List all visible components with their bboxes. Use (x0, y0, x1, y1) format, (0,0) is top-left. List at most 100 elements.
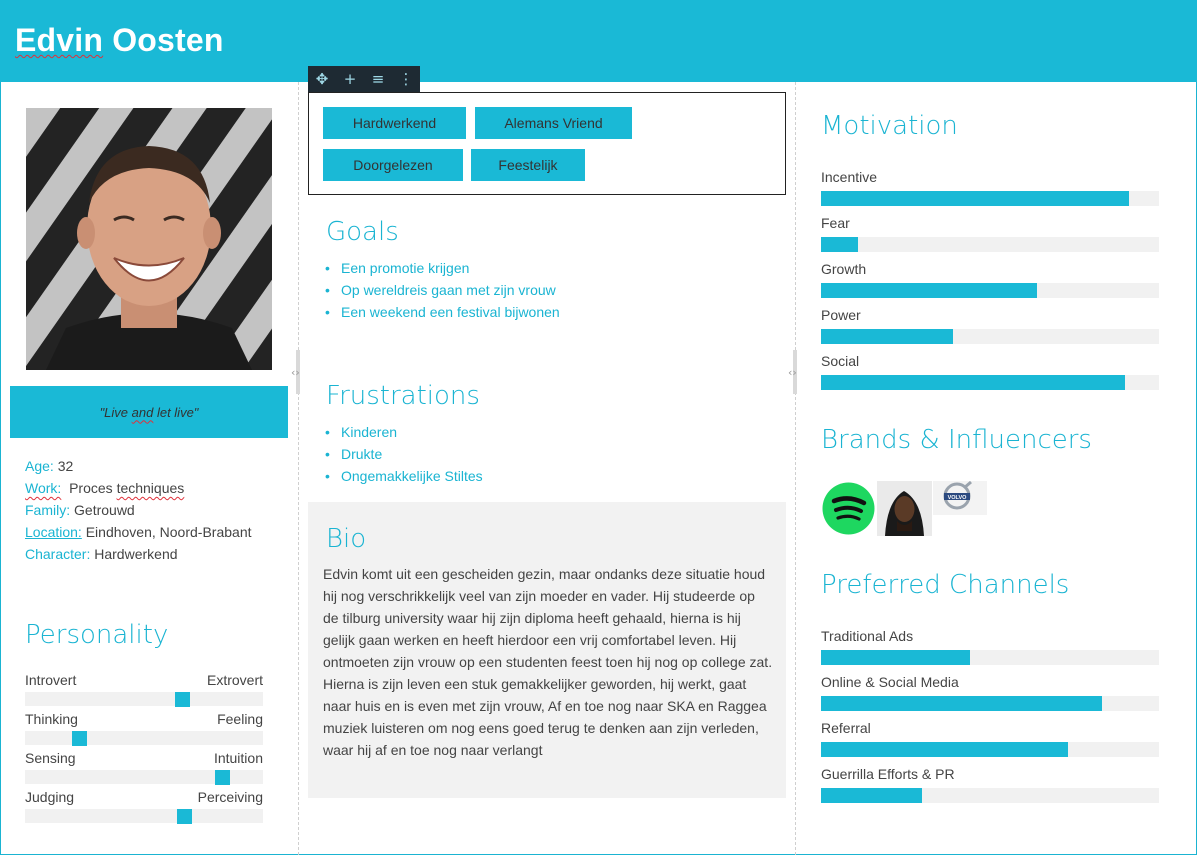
block-toolbar: ✥ + ≡ ⋮ (308, 66, 420, 92)
channels-bar-track (821, 650, 1159, 665)
quote-before: "Live (99, 404, 132, 420)
add-icon[interactable]: + (336, 66, 364, 92)
motivation-bar-fill (821, 329, 953, 344)
resize-arrows-icon: ‹› (788, 366, 797, 379)
motivation-bar-fill (821, 283, 1037, 298)
personality-slider-track[interactable] (25, 731, 263, 746)
goals-title: Goals (326, 217, 399, 247)
fact-character-label: Character: (25, 546, 91, 562)
personality-title: Personality (25, 620, 169, 650)
personality-slider-knob[interactable] (72, 731, 87, 746)
move-icon[interactable]: ✥ (308, 66, 336, 92)
motivation-label: Fear (821, 215, 850, 231)
more-icon[interactable]: ⋮ (392, 66, 420, 92)
fact-location-label: Location: (25, 524, 82, 540)
column-divider-right (795, 82, 796, 855)
motivation-bar-track (821, 191, 1159, 206)
fact-location-value: Eindhoven, Noord-Brabant (85, 524, 252, 540)
volvo-logo-text: VOLVO (948, 495, 968, 501)
goals-list: Een promotie krijgen Op wereldreis gaan … (325, 257, 560, 323)
fact-work-value-underlined: techniques (116, 480, 185, 496)
persona-photo-image (26, 108, 272, 370)
personality-slider-knob[interactable] (175, 692, 190, 707)
resize-arrows-icon: ‹› (291, 366, 300, 379)
personality-slider-track[interactable] (25, 809, 263, 824)
fact-character-value: Hardwerkend (94, 546, 178, 562)
channels-bar-fill (821, 696, 1102, 711)
tag-feestelijk[interactable]: Feestelijk (471, 149, 585, 181)
header-bar: Edvin Oosten (0, 0, 1197, 82)
channels-bar-track (821, 696, 1159, 711)
channels-bar-fill (821, 742, 1068, 757)
motivation-bar-track (821, 283, 1159, 298)
bio-title: Bio (326, 524, 367, 554)
tag-box: Hardwerkend Alemans Vriend Doorgelezen F… (308, 92, 786, 195)
motivation-bar-fill (821, 237, 858, 252)
fact-family-label: Family: (25, 502, 71, 518)
motivation-bar-track (821, 329, 1159, 344)
bio-text: Edvin komt uit een gescheiden gezin, maa… (323, 566, 773, 758)
channels-bar-fill (821, 788, 922, 803)
fact-family: Family: Getrouwd (25, 499, 275, 521)
persona-last-name: Oosten (112, 22, 224, 58)
fact-work-value: Proces (69, 480, 117, 496)
channels-label: Referral (821, 720, 871, 736)
motivation-label: Growth (821, 261, 867, 277)
tag-doorgelezen[interactable]: Doorgelezen (323, 149, 463, 181)
personality-left-label: Sensing (25, 750, 76, 766)
motivation-title: Motivation (821, 111, 958, 141)
frustrations-title: Frustrations (326, 381, 480, 411)
fact-work: Work: Proces techniques (25, 477, 275, 499)
motivation-label: Power (821, 307, 861, 323)
motivation-bar-track (821, 237, 1159, 252)
channels-bar-track (821, 788, 1159, 803)
personality-slider-track[interactable] (25, 692, 263, 707)
motivation-label: Social (821, 353, 860, 369)
motivation-bar-fill (821, 191, 1129, 206)
personality-slider-track[interactable] (25, 770, 263, 785)
personality-right-label: Intuition (213, 750, 263, 766)
motivation-bar-fill (821, 375, 1125, 390)
fact-age: Age: 32 (25, 455, 275, 477)
list-item: Kinderen (325, 421, 483, 443)
persona-photo (26, 108, 272, 370)
fact-character: Character: Hardwerkend (25, 543, 275, 565)
list-item: Een weekend een festival bijwonen (325, 301, 560, 323)
channels-bar-track (821, 742, 1159, 757)
fact-location: Location: Eindhoven, Noord-Brabant (25, 521, 275, 543)
tag-hardwerkend[interactable]: Hardwerkend (323, 107, 466, 139)
personality-right-label: Extrovert (206, 672, 263, 688)
column-divider-left (298, 82, 299, 855)
frustrations-list: Kinderen Drukte Ongemakkelijke Stiltes (325, 421, 483, 487)
persona-facts: Age: 32 Work: Proces techniques Family: … (25, 455, 275, 565)
personality-left-label: Introvert (25, 672, 77, 688)
personality-right-label: Feeling (217, 711, 263, 727)
list-item: Ongemakkelijke Stiltes (325, 465, 483, 487)
brands-title: Brands & Influencers (821, 425, 1092, 455)
volvo-logo: VOLVO (933, 480, 987, 515)
fact-family-value: Getrouwd (74, 502, 135, 518)
quote-underlined: and (131, 404, 154, 420)
persona-quote: "Live and let live" (10, 386, 288, 438)
channels-label: Traditional Ads (821, 628, 914, 644)
persona-name: Edvin Oosten (15, 22, 224, 59)
bob-marley-photo (877, 481, 932, 536)
spotify-logo (821, 481, 876, 536)
personality-left-label: Thinking (25, 711, 78, 727)
fact-age-label: Age: (25, 458, 54, 474)
channels-label: Online & Social Media (821, 674, 959, 690)
list-item: Een promotie krijgen (325, 257, 560, 279)
motivation-bar-track (821, 375, 1159, 390)
personality-slider-knob[interactable] (177, 809, 192, 824)
fact-age-value: 32 (57, 458, 74, 474)
personality-slider-knob[interactable] (215, 770, 230, 785)
quote-after: let live" (153, 404, 199, 420)
tag-alemans-vriend[interactable]: Alemans Vriend (475, 107, 632, 139)
list-item: Drukte (325, 443, 483, 465)
channels-label: Guerrilla Efforts & PR (821, 766, 955, 782)
align-icon[interactable]: ≡ (364, 66, 392, 92)
persona-first-name: Edvin (15, 22, 104, 58)
fact-work-label: Work: (25, 480, 62, 496)
channels-title: Preferred Channels (821, 570, 1070, 600)
list-item: Op wereldreis gaan met zijn vrouw (325, 279, 560, 301)
